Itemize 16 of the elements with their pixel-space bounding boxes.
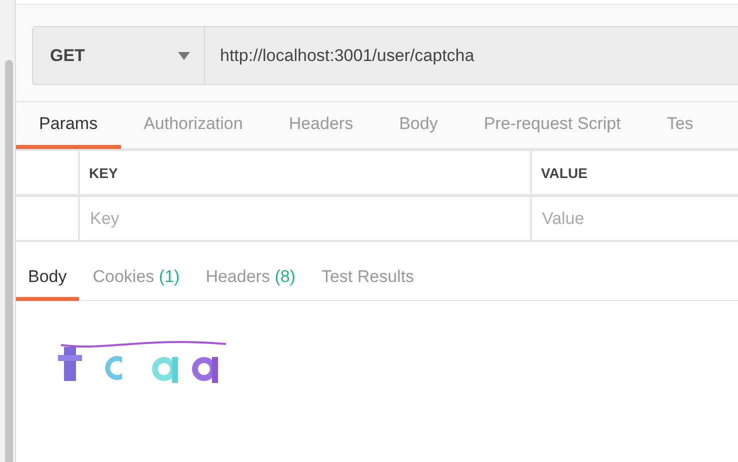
- scrollbar[interactable]: [5, 60, 13, 462]
- request-tab[interactable]: Authorization: [120, 102, 266, 149]
- response-tab[interactable]: Test Results: [309, 256, 426, 301]
- value-input[interactable]: Value: [532, 197, 738, 240]
- request-tab[interactable]: Pre-request Script: [460, 102, 644, 149]
- table-cell: [16, 197, 78, 240]
- key-input[interactable]: Key: [80, 197, 530, 240]
- response-tab[interactable]: Body: [16, 256, 79, 301]
- column-header: VALUE: [532, 151, 738, 194]
- request-tab[interactable]: Headers: [266, 102, 376, 149]
- response-tab[interactable]: Cookies (1): [80, 256, 192, 301]
- request-tab[interactable]: Tes: [644, 102, 716, 149]
- request-tab[interactable]: Body: [376, 102, 461, 149]
- response-tab[interactable]: Headers (8): [194, 256, 308, 301]
- table-cell: [16, 151, 78, 194]
- column-header: KEY: [80, 151, 530, 194]
